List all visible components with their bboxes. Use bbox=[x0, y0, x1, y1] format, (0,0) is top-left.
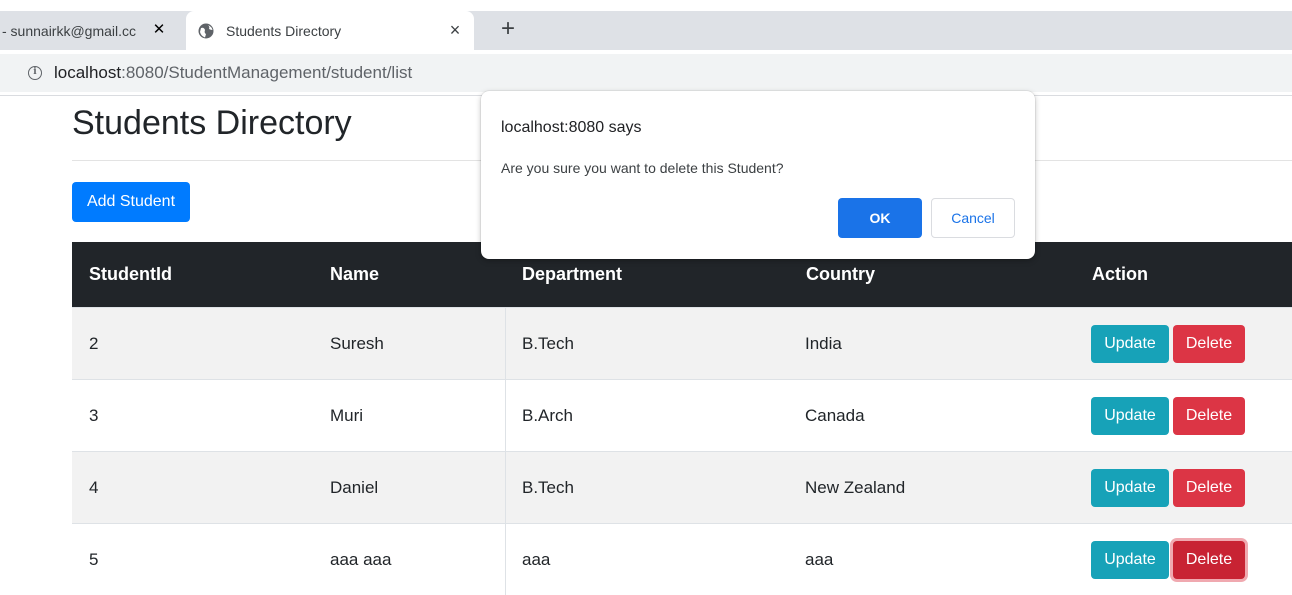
cell-id: 3 bbox=[89, 405, 99, 425]
header-name: Name bbox=[330, 264, 380, 284]
cell-country: aaa bbox=[805, 549, 834, 569]
cell-department: B.Arch bbox=[505, 380, 789, 451]
omnibox[interactable]: i localhost:8080/StudentManagement/stude… bbox=[0, 54, 1292, 92]
cell-id: 4 bbox=[89, 477, 99, 497]
cell-name: aaa aaa bbox=[330, 549, 392, 569]
confirm-dialog: localhost:8080 says Are you sure you wan… bbox=[481, 91, 1035, 259]
tab-gmail[interactable]: - sunnairkk@gmail.cc ✕ bbox=[0, 11, 186, 50]
dialog-message: Are you sure you want to delete this Stu… bbox=[501, 160, 784, 176]
cell-name: Daniel bbox=[330, 477, 379, 497]
tab-students-directory[interactable]: Students Directory × bbox=[186, 11, 474, 50]
delete-button[interactable]: Delete bbox=[1173, 396, 1245, 435]
cell-name: Muri bbox=[330, 405, 364, 425]
close-icon[interactable]: × bbox=[444, 19, 466, 41]
globe-icon bbox=[198, 23, 214, 38]
delete-button[interactable]: Delete bbox=[1173, 468, 1245, 507]
table-row: 4 Daniel B.Tech New Zealand Update Delet… bbox=[72, 451, 1292, 523]
cell-action: Update Delete bbox=[1075, 452, 1291, 523]
table-row: 2 Suresh B.Tech India Update Delete bbox=[72, 307, 1292, 379]
close-icon[interactable]: ✕ bbox=[148, 19, 170, 41]
cell-department: B.Tech bbox=[505, 308, 789, 379]
cell-department: B.Tech bbox=[505, 452, 789, 523]
cancel-button[interactable]: Cancel bbox=[931, 198, 1015, 238]
cell-id: 2 bbox=[89, 333, 99, 353]
cell-id: 5 bbox=[89, 549, 99, 569]
ok-button[interactable]: OK bbox=[838, 198, 922, 238]
tab-title: Students Directory bbox=[226, 22, 342, 39]
update-button[interactable]: Update bbox=[1091, 396, 1169, 435]
new-tab-button[interactable]: + bbox=[494, 15, 522, 43]
cell-country: India bbox=[805, 333, 842, 353]
delete-button[interactable]: Delete bbox=[1173, 324, 1245, 363]
table-row: 5 aaa aaa aaa aaa Update Delete bbox=[72, 523, 1292, 595]
tab-title: - sunnairkk@gmail.cc bbox=[2, 22, 137, 39]
cell-action: Update Delete bbox=[1075, 308, 1291, 379]
page-title: Students Directory bbox=[72, 104, 352, 142]
cell-action: Update Delete bbox=[1075, 524, 1291, 595]
students-table: StudentId Name Department Country Action… bbox=[72, 242, 1292, 595]
url-path: :8080/StudentManagement/student/list bbox=[121, 63, 413, 82]
header-studentid: StudentId bbox=[89, 264, 172, 284]
info-icon[interactable]: i bbox=[28, 66, 42, 80]
update-button[interactable]: Update bbox=[1091, 468, 1169, 507]
url-host: localhost bbox=[54, 63, 122, 82]
address-bar: i localhost:8080/StudentManagement/stude… bbox=[0, 50, 1292, 96]
cell-department: aaa bbox=[505, 524, 789, 595]
cell-country: Canada bbox=[805, 405, 865, 425]
dialog-title: localhost:8080 says bbox=[501, 119, 642, 136]
header-country: Country bbox=[806, 264, 875, 284]
header-action: Action bbox=[1092, 264, 1148, 284]
cell-action: Update Delete bbox=[1075, 380, 1291, 451]
browser-tab-strip: - sunnairkk@gmail.cc ✕ Students Director… bbox=[0, 0, 1292, 50]
cell-country: New Zealand bbox=[805, 477, 906, 497]
update-button[interactable]: Update bbox=[1091, 324, 1169, 363]
add-student-button[interactable]: Add Student bbox=[72, 182, 190, 222]
delete-button[interactable]: Delete bbox=[1173, 540, 1245, 579]
update-button[interactable]: Update bbox=[1091, 540, 1169, 579]
url-text[interactable]: localhost:8080/StudentManagement/student… bbox=[54, 63, 412, 83]
header-department: Department bbox=[522, 264, 623, 284]
cell-name: Suresh bbox=[330, 333, 384, 353]
table-row: 3 Muri B.Arch Canada Update Delete bbox=[72, 379, 1292, 451]
